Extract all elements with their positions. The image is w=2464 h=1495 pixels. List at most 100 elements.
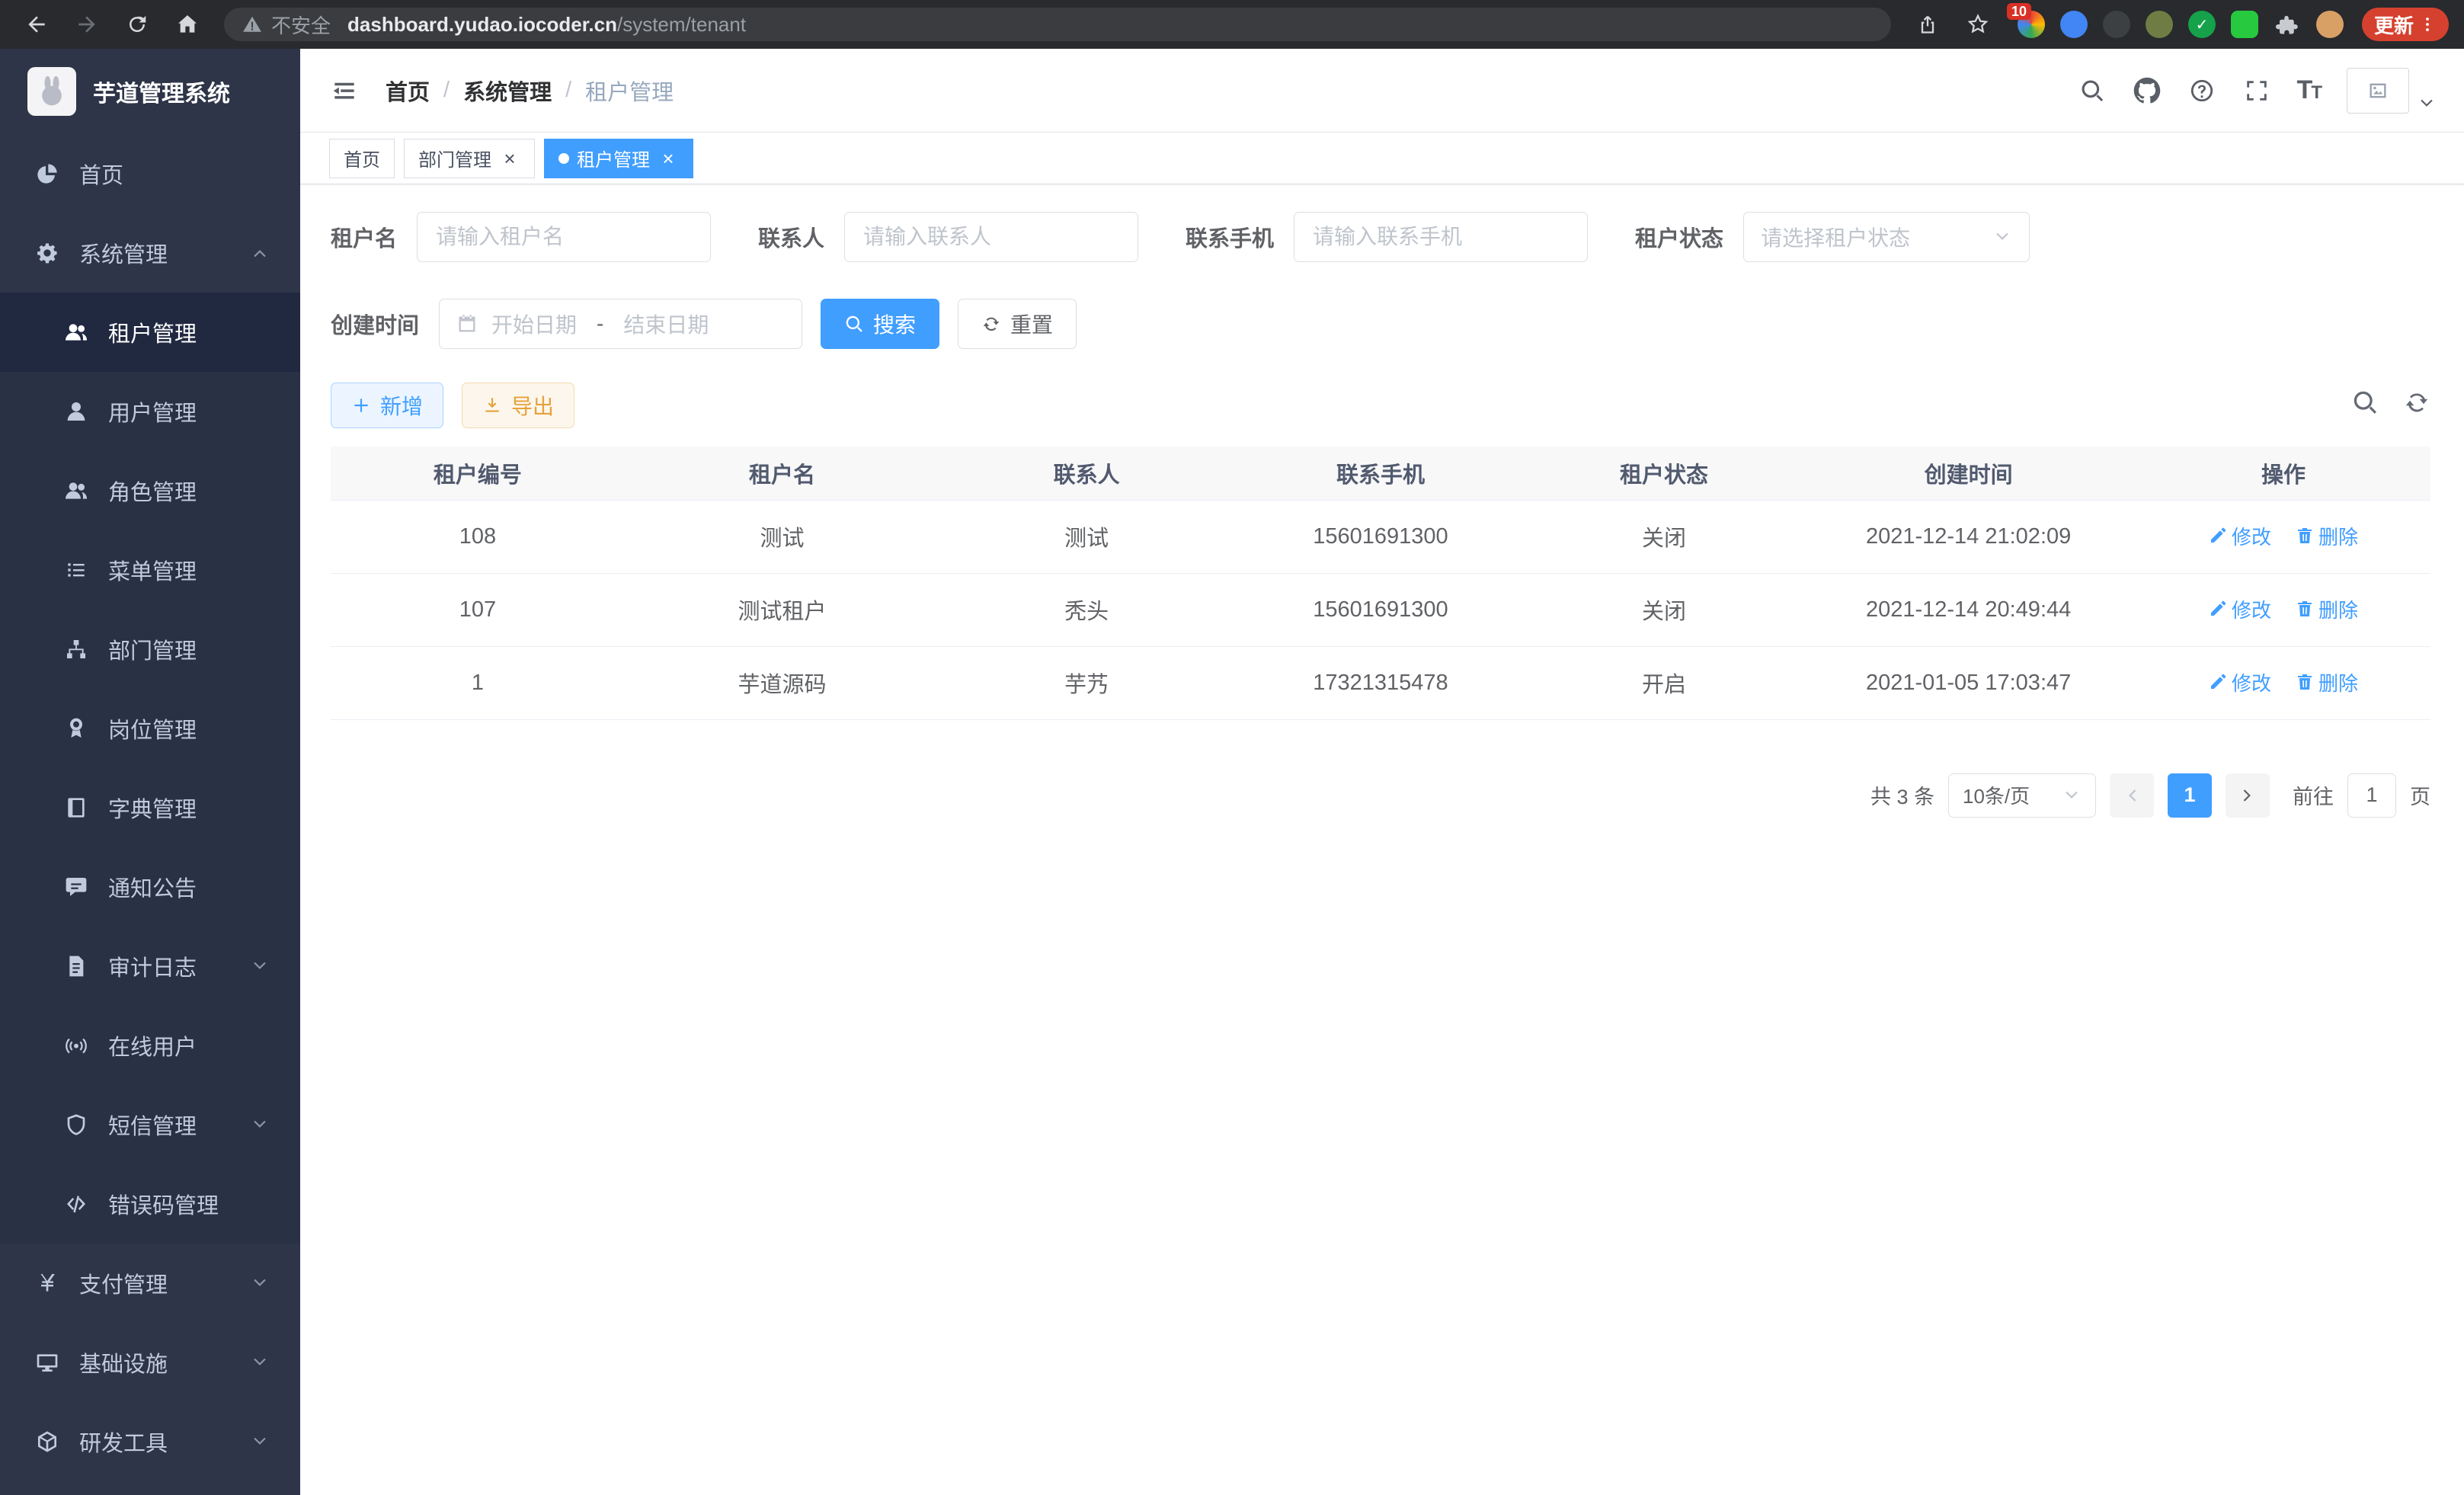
- extension-badge: 10: [2007, 3, 2031, 20]
- sidebar-item-roles[interactable]: 角色管理: [0, 451, 300, 530]
- phone-label: 联系手机: [1186, 221, 1274, 253]
- edit-link[interactable]: 修改: [2209, 595, 2271, 623]
- browser-update-button[interactable]: 更新: [2362, 8, 2449, 41]
- calendar-icon: [456, 313, 478, 335]
- browser-home-button[interactable]: [166, 6, 209, 43]
- delete-link[interactable]: 删除: [2296, 668, 2358, 696]
- close-icon[interactable]: ×: [658, 148, 679, 169]
- sidebar-item-audit-log[interactable]: 审计日志: [0, 927, 300, 1006]
- tab-home[interactable]: 首页: [329, 139, 395, 178]
- sidebar-item-users[interactable]: 用户管理: [0, 372, 300, 451]
- chevron-down-icon: [250, 1115, 270, 1135]
- page-size-select[interactable]: 10条/页: [1948, 773, 2096, 818]
- header-search-icon[interactable]: [2078, 76, 2107, 105]
- extensions-puzzle-icon[interactable]: [2274, 11, 2301, 38]
- extension-icon-2[interactable]: [2060, 11, 2088, 38]
- close-icon[interactable]: ×: [499, 148, 520, 169]
- plus-icon: [351, 395, 371, 415]
- create-time-label: 创建时间: [331, 308, 419, 340]
- chevron-down-icon: [250, 956, 270, 976]
- font-size-icon[interactable]: TT: [2297, 75, 2321, 105]
- tenant-name-label: 租户名: [331, 221, 397, 253]
- goto-page-input[interactable]: [2347, 773, 2396, 818]
- breadcrumb-home[interactable]: 首页: [386, 75, 430, 107]
- header-phone: 联系手机: [1234, 447, 1528, 500]
- url-bar[interactable]: 不安全 dashboard.yudao.iocoder.cn/system/te…: [224, 8, 1891, 41]
- delete-link[interactable]: 删除: [2296, 522, 2358, 550]
- caret-down-icon: [2417, 94, 2437, 114]
- app-logo[interactable]: 芋道管理系统: [0, 49, 300, 134]
- browser-back-button[interactable]: [15, 6, 58, 43]
- edit-link[interactable]: 修改: [2209, 668, 2271, 696]
- breadcrumb: 首页 / 系统管理 / 租户管理: [386, 75, 674, 107]
- tenant-name-input[interactable]: [417, 212, 711, 262]
- browser-reload-button[interactable]: [116, 6, 158, 43]
- sidebar-item-menus[interactable]: 菜单管理: [0, 530, 300, 610]
- extension-icon-5[interactable]: ✓: [2188, 11, 2216, 38]
- sidebar-toggle-icon[interactable]: [320, 66, 369, 115]
- top-navbar: 首页 / 系统管理 / 租户管理 TT: [300, 49, 2464, 133]
- browser-forward-button[interactable]: [66, 6, 108, 43]
- header-tenant-name: 租户名: [625, 447, 939, 500]
- header-operations: 操作: [2136, 447, 2430, 500]
- toggle-search-icon[interactable]: [2351, 389, 2379, 422]
- sidebar-item-infrastructure[interactable]: 基础设施: [0, 1323, 300, 1402]
- sidebar-item-sms[interactable]: 短信管理: [0, 1085, 300, 1164]
- tab-tenant[interactable]: 租户管理 ×: [544, 139, 693, 178]
- extension-icon-4[interactable]: [2146, 11, 2173, 38]
- total-count: 共 3 条: [1870, 780, 1934, 810]
- reset-button[interactable]: 重置: [958, 299, 1077, 349]
- sidebar-item-notices[interactable]: 通知公告: [0, 847, 300, 927]
- tab-department[interactable]: 部门管理 ×: [404, 139, 535, 178]
- edit-icon: [2209, 527, 2227, 545]
- edit-link[interactable]: 修改: [2209, 522, 2271, 550]
- bookmark-star-button[interactable]: [1957, 6, 1999, 43]
- sidebar-item-home[interactable]: 首页: [0, 134, 300, 213]
- github-icon[interactable]: [2133, 76, 2162, 105]
- create-time-range-picker[interactable]: 开始日期 - 结束日期: [439, 299, 802, 349]
- sidebar-item-system[interactable]: 系统管理: [0, 213, 300, 293]
- share-button[interactable]: [1906, 6, 1949, 43]
- status-select[interactable]: 请选择租户状态: [1743, 212, 2030, 262]
- fullscreen-icon[interactable]: [2242, 76, 2271, 105]
- sidebar-item-payment[interactable]: 支付管理: [0, 1244, 300, 1323]
- status-label: 租户状态: [1635, 221, 1723, 253]
- message-icon: [64, 875, 88, 899]
- download-icon: [482, 395, 502, 415]
- users-icon: [64, 479, 88, 503]
- export-button[interactable]: 导出: [462, 383, 574, 428]
- cube-icon: [35, 1429, 59, 1454]
- help-icon[interactable]: [2187, 76, 2216, 105]
- sidebar-item-online-users[interactable]: 在线用户: [0, 1006, 300, 1085]
- page-number-1[interactable]: 1: [2168, 773, 2212, 818]
- extension-icon-1[interactable]: 10: [2018, 11, 2045, 38]
- sidebar-item-error-codes[interactable]: 错误码管理: [0, 1164, 300, 1244]
- trash-icon: [2296, 600, 2314, 618]
- date-end-placeholder: 结束日期: [623, 309, 709, 339]
- sidebar-item-dictionary[interactable]: 字典管理: [0, 768, 300, 847]
- user-avatar-menu[interactable]: [2347, 68, 2437, 114]
- contact-input[interactable]: [844, 212, 1138, 262]
- delete-link[interactable]: 删除: [2296, 595, 2358, 623]
- refresh-table-icon[interactable]: [2403, 389, 2430, 422]
- extension-icon-6[interactable]: [2231, 11, 2258, 38]
- goto-label: 前往: [2293, 780, 2334, 810]
- phone-input[interactable]: [1294, 212, 1588, 262]
- sidebar-item-posts[interactable]: 岗位管理: [0, 689, 300, 768]
- header-created: 创建时间: [1800, 447, 2136, 500]
- add-button[interactable]: 新增: [331, 383, 443, 428]
- table-header-row: 租户编号 租户名 联系人 联系手机 租户状态 创建时间 操作: [331, 447, 2430, 500]
- search-button[interactable]: 搜索: [821, 299, 939, 349]
- prev-page-button[interactable]: [2110, 773, 2154, 818]
- monitor-icon: [35, 1350, 59, 1375]
- extension-icon-3[interactable]: [2103, 11, 2130, 38]
- sidebar-item-tenant[interactable]: 租户管理: [0, 293, 300, 372]
- trash-icon: [2296, 527, 2314, 545]
- next-page-button[interactable]: [2226, 773, 2270, 818]
- sidebar-item-dev-tools[interactable]: 研发工具: [0, 1402, 300, 1481]
- breadcrumb-system[interactable]: 系统管理: [463, 75, 552, 107]
- sidebar-item-departments[interactable]: 部门管理: [0, 610, 300, 689]
- contact-label: 联系人: [758, 221, 824, 253]
- profile-avatar-icon[interactable]: [2316, 11, 2344, 38]
- chevron-down-icon: [250, 1432, 270, 1452]
